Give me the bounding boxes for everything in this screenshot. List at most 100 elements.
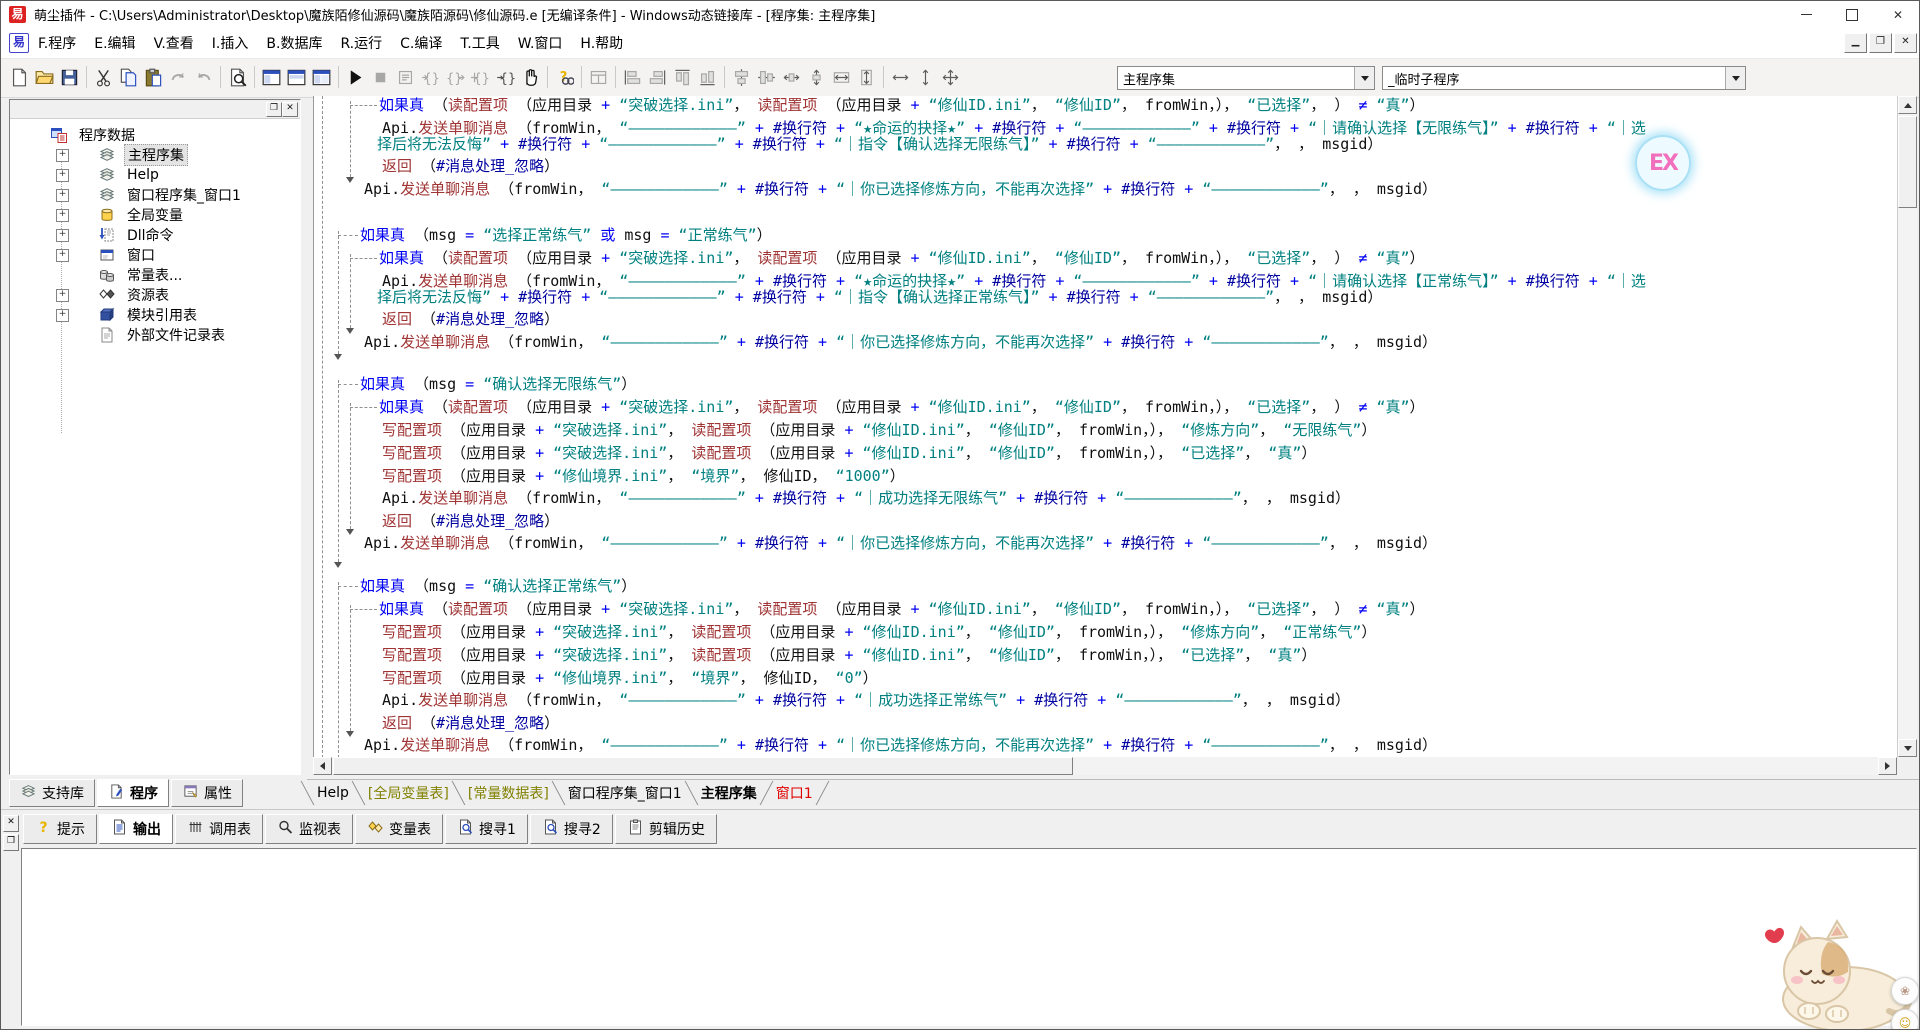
tree-item-mod-8[interactable]: +模块引用表 bbox=[10, 305, 300, 325]
minimize-button[interactable] bbox=[1783, 1, 1829, 28]
code-line-2[interactable]: 择后将无法反悔” + #换行符 + “————————————” + #换行符 … bbox=[377, 136, 1382, 153]
bottom-tab-2[interactable]: 输出 bbox=[99, 814, 173, 844]
mdi-close-button[interactable]: ✕ bbox=[1894, 33, 1917, 53]
scroll-down-button[interactable] bbox=[1898, 739, 1917, 757]
flower-badge-icon[interactable]: ❀ bbox=[1891, 977, 1919, 1005]
dbg2-icon-button[interactable]: {} bbox=[418, 64, 443, 90]
dbg4-icon-button[interactable]: {} bbox=[468, 64, 493, 90]
vertical-scroll-thumb[interactable] bbox=[1898, 116, 1917, 208]
alignL-icon-button[interactable] bbox=[620, 64, 645, 90]
editor-tab-5[interactable]: 主程序集 bbox=[692, 783, 766, 803]
vertical-scrollbar[interactable] bbox=[1897, 96, 1917, 757]
code-line-10[interactable]: Api.发送单聊消息 （fromWin， “————————————” + #换… bbox=[364, 334, 1437, 351]
run-icon-button[interactable] bbox=[343, 64, 368, 90]
menu-item-i[interactable]: I.插入 bbox=[203, 33, 258, 53]
undo-icon-button[interactable] bbox=[191, 64, 216, 90]
dbg1-icon-button[interactable] bbox=[393, 64, 418, 90]
code-line-23[interactable]: 写配置项 （应用目录 + “修仙境界.ini”， “境界”， 修仙ID， “0”… bbox=[382, 670, 878, 687]
centerV-icon-button[interactable] bbox=[754, 64, 779, 90]
open-icon-button[interactable] bbox=[32, 64, 57, 90]
tree-item-asm-1[interactable]: +Help bbox=[10, 165, 300, 185]
expand-plus-icon[interactable]: + bbox=[56, 249, 69, 262]
tree-item-asm-2[interactable]: +窗口程序集_窗口1 bbox=[10, 185, 300, 205]
sameH-icon-button[interactable] bbox=[854, 64, 879, 90]
scroll-left-button[interactable] bbox=[313, 757, 332, 775]
menu-item-b[interactable]: B.数据库 bbox=[257, 33, 331, 53]
code-line-18[interactable]: Api.发送单聊消息 （fromWin， “————————————” + #换… bbox=[364, 535, 1437, 552]
finddoc-icon-button[interactable] bbox=[225, 64, 250, 90]
subroutine-combobox[interactable]: _临时子程序 bbox=[1382, 66, 1746, 90]
code-line-22[interactable]: 写配置项 （应用目录 + “突破选择.ini”， 读配置项 （应用目录 + “修… bbox=[382, 647, 1316, 664]
tree-item-win-5[interactable]: +窗口 bbox=[10, 245, 300, 265]
code-line-6[interactable]: 如果真 （读配置项 （应用目录 + “突破选择.ini”， 读配置项 （应用目录… bbox=[379, 250, 1425, 267]
paste-icon-button[interactable] bbox=[141, 64, 166, 90]
editor-tab-3[interactable]: [常量数据表] bbox=[459, 783, 558, 803]
dbg3-icon-button[interactable]: {} bbox=[443, 64, 468, 90]
tree-item-const-6[interactable]: 常量表... bbox=[10, 265, 300, 285]
horizontal-scrollbar[interactable] bbox=[313, 757, 1897, 775]
maximize-button[interactable] bbox=[1829, 1, 1875, 28]
bottom-tab-5[interactable]: 变量表 bbox=[355, 814, 443, 844]
horizontal-scroll-thumb[interactable] bbox=[333, 757, 1073, 775]
chevron-down-icon[interactable] bbox=[1725, 67, 1745, 89]
stop-icon-button[interactable] bbox=[368, 64, 393, 90]
centerH-icon-button[interactable] bbox=[729, 64, 754, 90]
bottom-tab-1[interactable]: ?提示 bbox=[23, 814, 97, 844]
menu-item-h[interactable]: H.帮助 bbox=[571, 33, 632, 53]
assembly-combobox[interactable]: 主程序集 bbox=[1117, 66, 1375, 90]
helpfind-icon-button[interactable]: ? bbox=[552, 64, 577, 90]
tree-item-asm-0[interactable]: +主程序集 bbox=[10, 145, 300, 165]
save-icon-button[interactable] bbox=[57, 64, 82, 90]
bottom-tab-8[interactable]: 剪辑历史 bbox=[615, 814, 717, 844]
workspace-tab-lib[interactable]: 支持库 bbox=[9, 779, 95, 807]
code-editor[interactable]: 如果真 （读配置项 （应用目录 + “突破选择.ini”， 读配置项 （应用目录… bbox=[313, 96, 1898, 757]
code-line-4[interactable]: Api.发送单聊消息 （fromWin， “————————————” + #换… bbox=[364, 181, 1437, 198]
menu-item-t[interactable]: T.工具 bbox=[451, 33, 508, 53]
hand-icon-button[interactable] bbox=[518, 64, 543, 90]
code-line-5[interactable]: 如果真 （msg = “选择正常练气” 或 msg = “正常练气”） bbox=[360, 227, 772, 244]
chevron-down-icon[interactable] bbox=[1354, 67, 1374, 89]
code-line-20[interactable]: 如果真 （读配置项 （应用目录 + “突破选择.ini”， 读配置项 （应用目录… bbox=[379, 601, 1425, 618]
sizeW-icon-button[interactable] bbox=[888, 64, 913, 90]
alignR-icon-button[interactable] bbox=[645, 64, 670, 90]
spaceV-icon-button[interactable] bbox=[804, 64, 829, 90]
workspace-tab-prog[interactable]: 程序 bbox=[97, 779, 169, 807]
editor-tab-6[interactable]: 窗口1 bbox=[767, 783, 822, 803]
bottom-tab-4[interactable]: 监视表 bbox=[265, 814, 353, 844]
menu-item-f[interactable]: F.程序 bbox=[29, 33, 85, 53]
code-line-14[interactable]: 写配置项 （应用目录 + “突破选择.ini”， 读配置项 （应用目录 + “修… bbox=[382, 445, 1316, 462]
tree-root-item[interactable]: 程序数据 bbox=[10, 125, 300, 145]
panel-float-button[interactable]: ❐ bbox=[266, 102, 282, 117]
expand-plus-icon[interactable]: + bbox=[56, 289, 69, 302]
code-line-21[interactable]: 写配置项 （应用目录 + “突破选择.ini”， 读配置项 （应用目录 + “修… bbox=[382, 624, 1376, 641]
expand-plus-icon[interactable]: + bbox=[56, 229, 69, 242]
expand-plus-icon[interactable]: + bbox=[56, 209, 69, 222]
bottom-tab-6[interactable]: 搜寻1 bbox=[445, 814, 528, 844]
workspace-tab-prop[interactable]: 属性 bbox=[171, 779, 243, 807]
winico-icon-button[interactable] bbox=[586, 64, 611, 90]
redo-icon-button[interactable] bbox=[166, 64, 191, 90]
output-area[interactable] bbox=[21, 848, 1917, 1026]
menu-item-c[interactable]: C.编译 bbox=[391, 33, 451, 53]
expand-plus-icon[interactable]: + bbox=[56, 189, 69, 202]
alignB-icon-button[interactable] bbox=[695, 64, 720, 90]
bottom-panel-float-button[interactable]: ❐ bbox=[3, 834, 19, 851]
mdi-minimize-button[interactable]: ▁ bbox=[1844, 33, 1867, 53]
expand-plus-icon[interactable]: + bbox=[56, 169, 69, 182]
cut-icon-button[interactable] bbox=[91, 64, 116, 90]
alignT-icon-button[interactable] bbox=[670, 64, 695, 90]
editor-tab-2[interactable]: [全局变量表] bbox=[359, 783, 458, 803]
copy-icon-button[interactable] bbox=[116, 64, 141, 90]
menu-item-e[interactable]: E.编辑 bbox=[85, 33, 144, 53]
code-line-24[interactable]: Api.发送单聊消息 （fromWin， “————————————” + #换… bbox=[382, 692, 1350, 709]
dbg5-icon-button[interactable]: {} bbox=[493, 64, 518, 90]
menu-item-w[interactable]: W.窗口 bbox=[509, 33, 572, 53]
code-line-12[interactable]: 如果真 （读配置项 （应用目录 + “突破选择.ini”， 读配置项 （应用目录… bbox=[379, 399, 1425, 416]
scroll-right-button[interactable] bbox=[1878, 757, 1897, 775]
scroll-up-button[interactable] bbox=[1898, 96, 1917, 114]
tree-item-dll-4[interactable]: +Dll命令 bbox=[10, 225, 300, 245]
expand-plus-icon[interactable]: + bbox=[56, 149, 69, 162]
code-line-17[interactable]: 返回 （#消息处理_忽略） bbox=[382, 513, 559, 530]
smiley-badge-icon[interactable]: ☺ bbox=[1891, 1009, 1919, 1030]
code-line-19[interactable]: 如果真 （msg = “确认选择正常练气”） bbox=[360, 578, 636, 595]
